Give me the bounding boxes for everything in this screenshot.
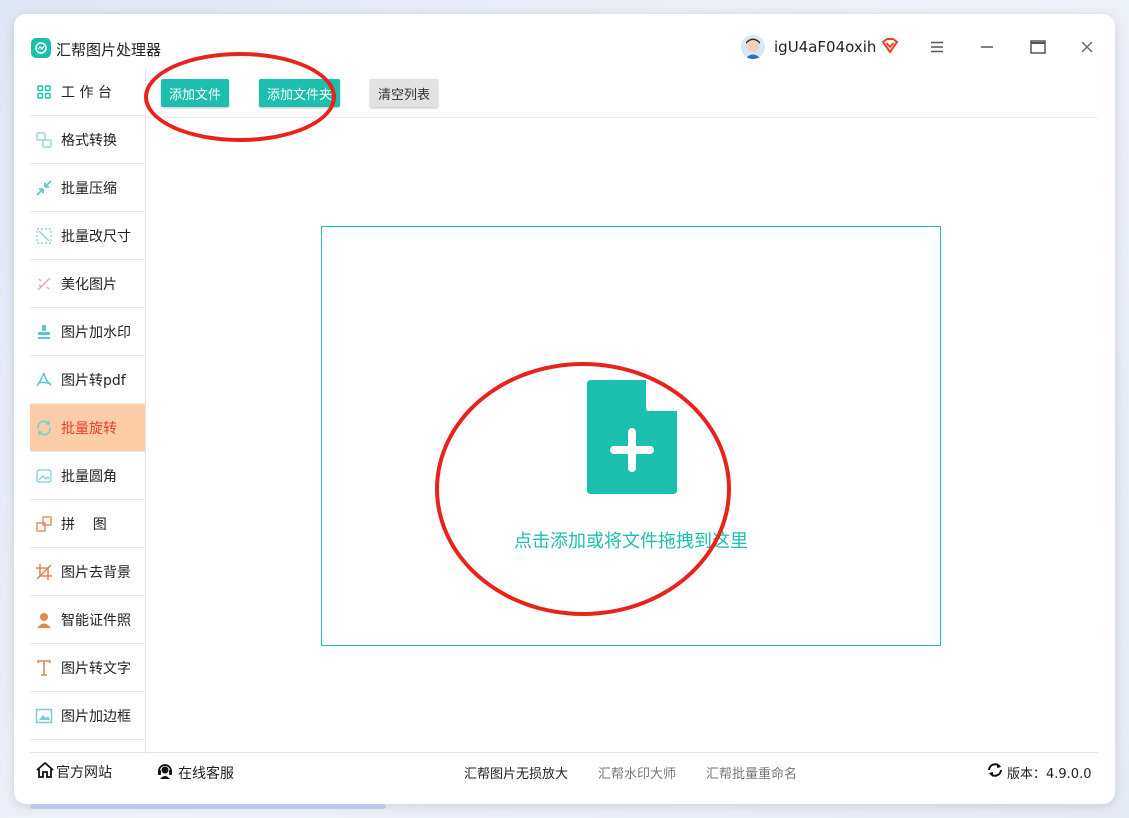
official-site-link[interactable]: 官方网站 — [36, 761, 112, 782]
sidebar-item-label: 美化图片 — [61, 276, 117, 293]
official-site-label: 官方网站 — [56, 765, 112, 781]
round-corner-icon — [34, 466, 54, 486]
beautify-icon — [34, 274, 54, 294]
home-icon — [36, 761, 54, 782]
batch-rename-link[interactable]: 汇帮批量重命名 — [706, 763, 797, 782]
app-title: 汇帮图片处理器 — [56, 41, 162, 59]
sidebar-item-compress[interactable]: 批量压缩 — [30, 164, 145, 212]
sidebar-item-label: 格式转换 — [61, 132, 117, 149]
sidebar-item-puzzle[interactable]: 拼 图 — [30, 500, 145, 548]
maximize-icon[interactable] — [1027, 36, 1049, 58]
sidebar-item-to-pdf[interactable]: 图片转pdf — [30, 356, 145, 404]
version-label: 版本：4.9.0.0 — [1007, 766, 1092, 782]
headset-icon — [156, 762, 174, 784]
convert-icon — [34, 130, 54, 150]
sidebar-item-resize[interactable]: 批量改尺寸 — [30, 212, 145, 260]
sidebar-item-id-photo[interactable]: 智能证件照 — [30, 596, 145, 644]
watermark-master-link[interactable]: 汇帮水印大师 — [598, 763, 676, 782]
sidebar: 工 作 台 格式转换 批量压缩 批量改尺寸 美化图片 图片加水印 图片转pdf — [30, 68, 146, 754]
clear-list-button[interactable]: 清空列表 — [370, 79, 438, 107]
sidebar-item-label: 图片加水印 — [61, 324, 131, 341]
sidebar-item-label: 图片去背景 — [61, 564, 131, 581]
resize-icon — [34, 226, 54, 246]
annotation-ellipse-toolbar — [144, 52, 336, 142]
online-service-label: 在线客服 — [178, 766, 234, 782]
sidebar-item-remove-bg[interactable]: 图片去背景 — [30, 548, 145, 596]
footer-divider — [30, 752, 1098, 753]
rotate-icon — [34, 418, 54, 438]
sidebar-item-label: 图片加边框 — [61, 708, 131, 725]
horizontal-scrollbar[interactable] — [30, 804, 386, 809]
sidebar-item-label: 批量圆角 — [61, 468, 117, 485]
sidebar-item-watermark[interactable]: 图片加水印 — [30, 308, 145, 356]
crop-icon — [34, 562, 54, 582]
sidebar-item-format-convert[interactable]: 格式转换 — [30, 116, 145, 164]
sidebar-item-workbench[interactable]: 工 作 台 — [30, 68, 145, 116]
avatar[interactable] — [741, 35, 765, 59]
menu-icon[interactable] — [926, 36, 948, 58]
sidebar-item-label: 批量改尺寸 — [61, 228, 131, 245]
sidebar-item-label: 工 作 台 — [61, 84, 112, 101]
sidebar-item-border[interactable]: 图片加边框 — [30, 692, 145, 740]
sidebar-item-label: 批量旋转 — [61, 420, 117, 437]
sidebar-item-label: 拼 图 — [61, 516, 107, 533]
title-bar: 汇帮图片处理器 igU4aF04oxih — [14, 14, 1115, 68]
footer: 官方网站 在线客服 汇帮图片无损放大 汇帮水印大师 汇帮批量重命名 版本：4.9… — [14, 758, 1115, 788]
app-logo-icon — [31, 38, 51, 58]
refresh-icon — [987, 762, 1003, 782]
sidebar-item-label: 批量压缩 — [61, 180, 117, 197]
online-service-link[interactable]: 在线客服 — [156, 762, 234, 784]
stamp-icon — [34, 322, 54, 342]
grid-icon — [34, 82, 54, 102]
compress-icon — [34, 178, 54, 198]
pdf-icon — [34, 370, 54, 390]
puzzle-icon — [34, 514, 54, 534]
version-info[interactable]: 版本：4.9.0.0 — [987, 762, 1091, 782]
sidebar-item-rotate[interactable]: 批量旋转 — [30, 404, 145, 452]
person-icon — [34, 610, 54, 630]
app-window: 汇帮图片处理器 igU4aF04oxih 工 作 台 格式转换 批量压缩 批量改… — [14, 14, 1115, 804]
sidebar-item-label: 图片转pdf — [61, 372, 126, 389]
vip-diamond-icon[interactable] — [880, 36, 900, 56]
sidebar-item-round-corner[interactable]: 批量圆角 — [30, 452, 145, 500]
sidebar-item-label: 智能证件照 — [61, 612, 131, 629]
annotation-ellipse-dropzone — [435, 362, 731, 616]
close-icon[interactable] — [1076, 36, 1098, 58]
upscale-link[interactable]: 汇帮图片无损放大 — [464, 763, 568, 782]
frame-icon — [34, 706, 54, 726]
minimize-icon[interactable] — [976, 36, 998, 58]
text-icon — [34, 658, 54, 678]
username[interactable]: igU4aF04oxih — [774, 38, 876, 56]
sidebar-item-to-text[interactable]: 图片转文字 — [30, 644, 145, 692]
sidebar-item-label: 图片转文字 — [61, 660, 131, 677]
sidebar-item-beautify[interactable]: 美化图片 — [30, 260, 145, 308]
